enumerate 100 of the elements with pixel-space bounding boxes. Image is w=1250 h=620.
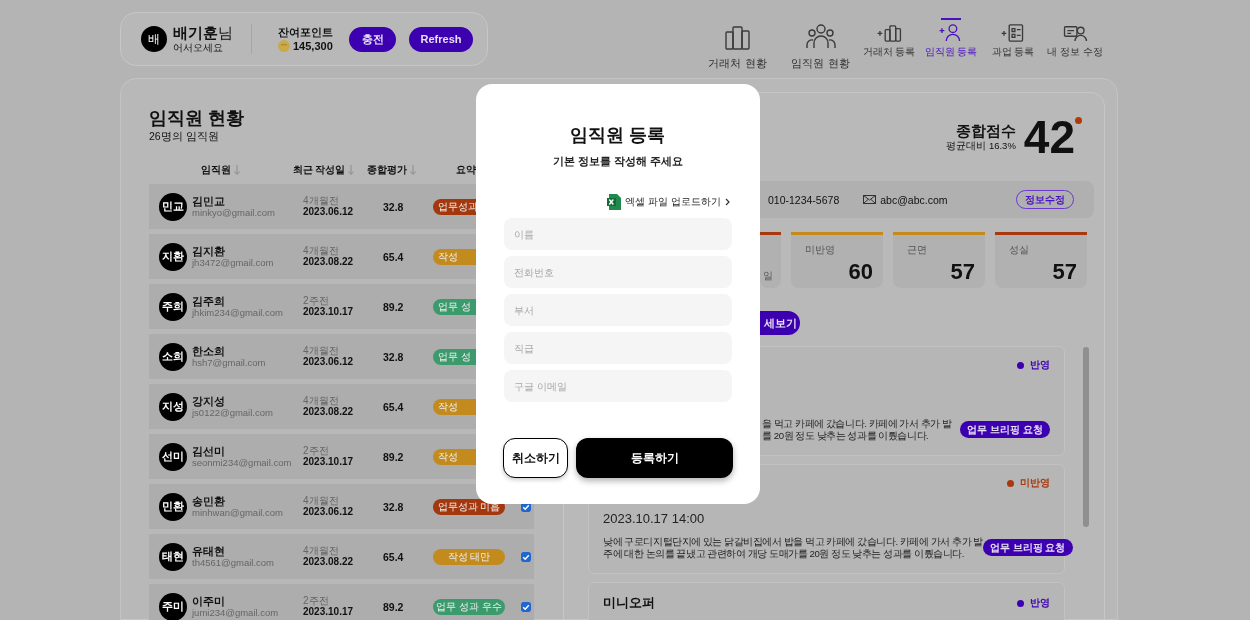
- column-header[interactable]: 요약: [456, 163, 476, 177]
- status-badge: 업무성과: [433, 198, 477, 215]
- relative-date: 2주전: [303, 595, 330, 606]
- avatar: 민교: [159, 192, 187, 221]
- date-text: 2023.08.22: [303, 556, 355, 568]
- avatar: 주희: [159, 292, 187, 321]
- mail-icon: [863, 195, 877, 204]
- stat-value: 57: [949, 259, 975, 285]
- status-badge: 작성: [433, 448, 477, 465]
- column-header[interactable]: 종합평가: [366, 163, 407, 177]
- modal-title: 임직원 등록: [570, 125, 666, 145]
- relative-date: 4개월전: [303, 195, 340, 206]
- input-field[interactable]: 이름: [504, 218, 732, 250]
- briefing-request-button[interactable]: 업무 브리핑 요청: [982, 539, 1073, 556]
- employee-name: 강지성: [192, 395, 226, 407]
- checkbox[interactable]: [521, 551, 531, 562]
- detail-button[interactable]: 세보기: [760, 311, 800, 335]
- greeting-text: 어서오세요: [173, 42, 224, 54]
- spreadsheet-icon: [607, 194, 622, 210]
- relative-date: 4개월전: [303, 495, 340, 506]
- stat-value: 일: [763, 270, 773, 282]
- employee-name: 김지환: [192, 245, 226, 257]
- date-text: 2023.06.12: [303, 506, 355, 518]
- avatar: 배: [141, 26, 167, 52]
- column-header[interactable]: 임직원: [200, 163, 231, 177]
- avatar: 주미: [159, 592, 187, 620]
- status-badge: 업무 성: [433, 298, 477, 315]
- nav-tab[interactable]: 임직원 현황: [783, 0, 858, 78]
- add-list-icon: [1000, 22, 1026, 42]
- date-text: 2023.08.22: [303, 256, 355, 268]
- employee-email: minkyo@gmail.com: [192, 207, 277, 218]
- input-field[interactable]: 부서: [504, 294, 732, 326]
- employee-email: minhwan@gmail.com: [192, 507, 284, 518]
- charge-button[interactable]: 충전: [349, 26, 396, 52]
- coin-icon: [278, 40, 290, 52]
- report-date: 2023.10.17 14:00: [603, 511, 706, 526]
- date-text: 2023.10.17: [303, 306, 355, 318]
- stat-label: 성실: [1009, 244, 1030, 255]
- status-text: 반영: [1030, 596, 1050, 610]
- employee-email: jumi234@gmail.com: [192, 607, 280, 618]
- stat-label: 근면: [907, 244, 928, 255]
- avatar: 선미: [159, 442, 187, 471]
- employee-email: jhkim234@gmail.com: [192, 307, 284, 318]
- input-field[interactable]: 직급: [504, 332, 732, 364]
- score-text: 89.2: [382, 600, 405, 613]
- relative-date: 4개월전: [303, 395, 340, 406]
- relative-date: 4개월전: [303, 545, 340, 556]
- avatar: 소희: [159, 342, 187, 371]
- relative-date: 2주전: [303, 295, 330, 306]
- score-text: 65.4: [382, 250, 405, 263]
- email-address: abc@abc.com: [880, 193, 948, 206]
- nav-tab[interactable]: 내 정보 수정: [1044, 0, 1106, 78]
- column-header[interactable]: 최근 작성일: [292, 163, 346, 177]
- input-field[interactable]: 전화번호: [504, 256, 732, 288]
- score-text: 32.8: [382, 200, 405, 213]
- relative-date: 4개월전: [303, 245, 340, 256]
- checkbox[interactable]: [521, 601, 531, 612]
- date-text: 2023.10.17: [303, 606, 355, 618]
- employee-name: 김주희: [192, 295, 226, 307]
- input-field[interactable]: 구글 이메일: [504, 370, 732, 402]
- score-text: 65.4: [382, 400, 405, 413]
- total-score: 42: [1023, 114, 1075, 160]
- employee-count: 26명의 임직원: [149, 129, 220, 143]
- score-text: 89.2: [382, 450, 405, 463]
- people-icon: [805, 21, 836, 51]
- status-badge: 업무 성과 우수: [433, 598, 505, 615]
- chevron-right-icon: [725, 198, 730, 206]
- points-value: 145,300: [293, 39, 333, 53]
- scrollbar[interactable]: [1083, 347, 1089, 527]
- panel-title: 임직원 현황: [149, 107, 245, 129]
- nav-tab[interactable]: 과업 등록: [982, 0, 1044, 78]
- employee-email: js0122@gmail.com: [192, 407, 274, 418]
- employee-name: 유태현: [192, 545, 226, 557]
- stat-label: 미반영: [805, 244, 836, 255]
- nav-tab[interactable]: 거래처 등록: [858, 0, 920, 78]
- refresh-button[interactable]: Refresh: [409, 26, 473, 52]
- score-text: 32.8: [382, 500, 405, 513]
- score-text: 89.2: [382, 300, 405, 313]
- score-label: 종합점수: [954, 122, 1016, 140]
- cancel-button[interactable]: 취소하기: [503, 438, 568, 478]
- relative-date: 2주전: [303, 445, 330, 456]
- add-building-icon: [876, 22, 902, 42]
- avatar: 태현: [159, 542, 187, 571]
- avatar: 지성: [159, 392, 187, 421]
- register-button[interactable]: 등록하기: [576, 438, 733, 478]
- employee-name: 송민환: [192, 495, 226, 507]
- briefing-request-button[interactable]: 업무 브리핑 요청: [960, 421, 1050, 438]
- modal-subtitle: 기본 정보를 작성해 주세요: [552, 154, 684, 168]
- employee-email: hsh7@gmail.com: [192, 357, 267, 368]
- status-badge: 업무 성: [433, 348, 477, 365]
- relative-date: 4개월전: [303, 345, 340, 356]
- date-text: 2023.08.22: [303, 406, 355, 418]
- employee-name: 한소희: [192, 345, 226, 357]
- points-label: 잔여포인트: [278, 25, 333, 39]
- nav-tab[interactable]: 임직원 등록: [920, 0, 982, 78]
- nav-tab[interactable]: 거래처 현황: [700, 0, 775, 78]
- employee-email: th4561@gmail.com: [192, 557, 275, 568]
- user-name: 배기훈님: [173, 24, 234, 42]
- upload-link[interactable]: 엑셀 파일 업로드하기: [625, 195, 721, 209]
- stat-value: 60: [847, 259, 873, 285]
